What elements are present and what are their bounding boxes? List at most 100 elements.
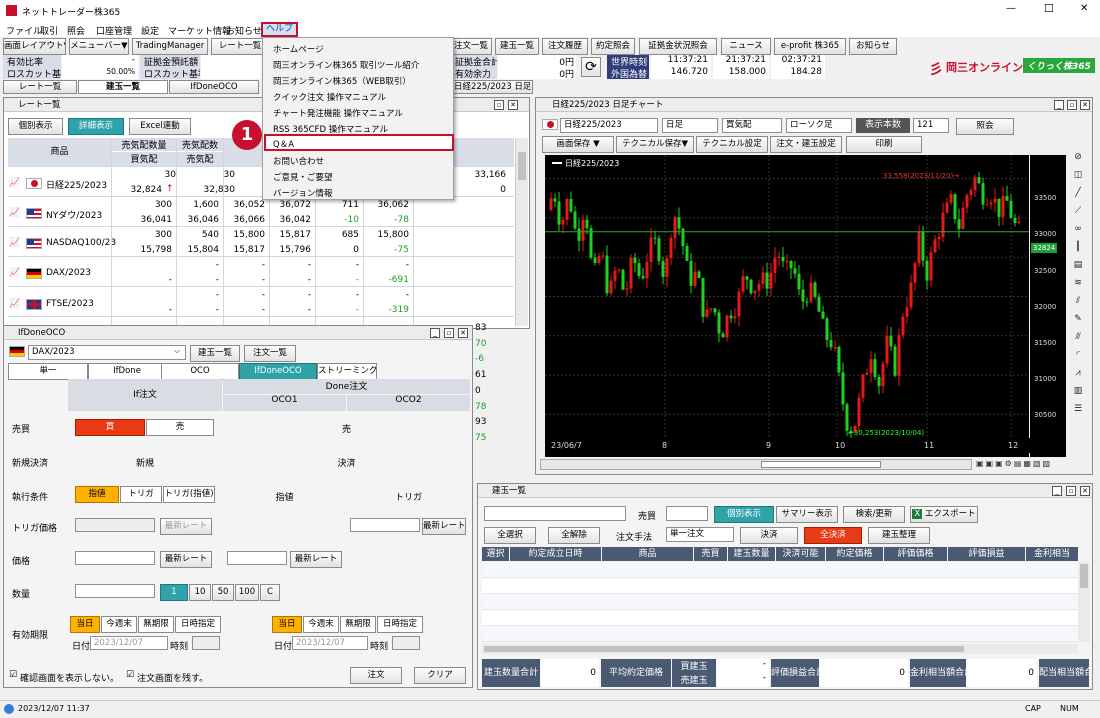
time-input[interactable] xyxy=(192,636,220,650)
toolbar-layout-button[interactable]: 画面レイアウト▼ xyxy=(3,38,66,55)
select-all-button[interactable]: 全選択 xyxy=(484,527,536,544)
confirm-checkbox[interactable]: ☑ xyxy=(9,670,17,680)
menu-item-quick-manual[interactable]: クイック注文 操作マニュアル xyxy=(273,91,386,103)
order-position-settings-button[interactable]: 注文・建玉設定 xyxy=(770,136,842,153)
ray-icon[interactable]: ⟋ xyxy=(1072,206,1084,217)
expiry-none-button[interactable]: 無期限 xyxy=(138,616,174,633)
chart-icon[interactable]: 📈 xyxy=(9,178,20,188)
list-icon[interactable]: ☰ xyxy=(1072,404,1084,415)
latest-rate-button[interactable]: 最新レート xyxy=(160,518,212,535)
chart-icon[interactable]: 📈 xyxy=(9,238,20,248)
toolbar-notice-button[interactable]: お知らせ xyxy=(849,38,897,55)
menu-item-qa[interactable]: Q＆A xyxy=(264,134,454,151)
positions-scrollbar[interactable] xyxy=(1078,562,1090,642)
position-cleanup-button[interactable]: 建玉整理 xyxy=(868,527,930,544)
menu-settings[interactable]: 設定 xyxy=(141,24,159,37)
toolbar-news-button[interactable]: ニュース xyxy=(721,38,771,55)
product-filter-select[interactable] xyxy=(484,506,626,521)
tab-ifdoneoco[interactable]: IfDoneOCO xyxy=(169,80,259,94)
menu-item-tool-intro[interactable]: 岡三オンライン株365 取引ツール紹介 xyxy=(273,59,419,71)
positions-hscrollbar[interactable] xyxy=(482,644,1078,654)
print-button[interactable]: 印刷 xyxy=(846,136,922,153)
summary-view-button[interactable]: サマリー表示 xyxy=(776,506,838,523)
gann-icon[interactable]: ⫽ xyxy=(1072,296,1084,307)
chart-period-select[interactable]: 日足 xyxy=(662,118,718,133)
toolbar-order-list-button[interactable]: 注文一覧 xyxy=(450,38,492,55)
technical-save-button[interactable]: テクニカル保存▼ xyxy=(616,136,694,153)
qty-100-button[interactable]: 100 xyxy=(235,584,259,601)
tab-rate-list[interactable]: レート一覧 xyxy=(3,80,77,94)
oco-time-input[interactable] xyxy=(392,636,420,650)
oco-expiry-date-button[interactable]: 日時指定 xyxy=(377,616,423,633)
toolbar-eprofit-button[interactable]: e-profit 株365 xyxy=(774,38,846,55)
menu-item-chart-manual[interactable]: チャート発注機能 操作マニュアル xyxy=(273,107,403,119)
order-list-button[interactable]: 注文一覧 xyxy=(244,345,296,362)
tab-ifdoneoco[interactable]: IfDoneOCO xyxy=(239,363,317,380)
toolbar-tradingmanager-button[interactable]: TradingManager xyxy=(132,38,208,55)
candlestick-chart[interactable] xyxy=(545,155,1029,457)
menu-item-homepage[interactable]: ホームページ xyxy=(273,43,324,55)
tab-ifdone[interactable]: IfDone xyxy=(88,363,166,380)
expiry-week-button[interactable]: 今週末 xyxy=(101,616,137,633)
fib-icon[interactable]: ≋ xyxy=(1072,278,1084,289)
chart-query-button[interactable]: 照会 xyxy=(956,118,1014,135)
text-icon[interactable]: ✎ xyxy=(1072,314,1084,325)
individual-view-button[interactable]: 個別表示 xyxy=(714,506,774,523)
oco-date-input[interactable]: 2023/12/07 xyxy=(292,636,368,650)
settle-button[interactable]: 決済 xyxy=(740,527,798,544)
chart-icon[interactable]: 📈 xyxy=(9,268,20,278)
window-restore-icon[interactable]: ▫ xyxy=(1067,100,1077,110)
oco-expiry-week-button[interactable]: 今週末 xyxy=(303,616,339,633)
detail-view-button[interactable]: 詳細表示 xyxy=(68,118,124,135)
window-restore-icon[interactable]: ▫ xyxy=(494,100,504,110)
toolbar-order-history-button[interactable]: 注文履歴 xyxy=(542,38,588,55)
order-button[interactable]: 注文 xyxy=(350,667,402,684)
arc-icon[interactable]: ◜ xyxy=(1072,350,1084,361)
close-button[interactable]: ✕ xyxy=(1080,3,1088,14)
refresh-button[interactable]: ⟳ xyxy=(581,57,601,77)
menu-trade[interactable]: 取引 xyxy=(40,24,58,37)
channel-icon[interactable]: ▤ xyxy=(1072,260,1084,271)
minimize-button[interactable]: — xyxy=(1006,3,1016,14)
export-button[interactable]: X エクスポート xyxy=(910,506,978,523)
menu-inquiry[interactable]: 照会 xyxy=(67,24,85,37)
infinite-line-icon[interactable]: ∞ xyxy=(1072,224,1084,235)
window-close-icon[interactable]: ✕ xyxy=(1080,100,1090,110)
qty-clear-button[interactable]: C xyxy=(260,584,280,601)
deselect-all-button[interactable]: 全解除 xyxy=(548,527,600,544)
window-minimize-icon[interactable]: _ xyxy=(1052,486,1062,496)
line-icon[interactable]: ╱ xyxy=(1072,188,1084,199)
maximize-button[interactable]: ☐ xyxy=(1044,2,1054,15)
chart-scrollbar[interactable] xyxy=(540,459,972,470)
oco-expiry-today-button[interactable]: 当日 xyxy=(272,616,302,633)
tab-single[interactable]: 単一 xyxy=(8,363,88,380)
cycle-icon[interactable]: ▥ xyxy=(1072,386,1084,397)
window-close-icon[interactable]: ✕ xyxy=(458,328,468,338)
menu-item-feedback[interactable]: ご意見・ご要望 xyxy=(273,171,333,183)
cond-trigger-limit-button[interactable]: トリガ(指値) xyxy=(163,486,215,503)
oco1-price-input[interactable] xyxy=(227,551,287,565)
technical-settings-button[interactable]: テクニカル設定 xyxy=(696,136,768,153)
tab-streaming[interactable]: ストリーミング xyxy=(317,363,377,380)
latest-rate-button[interactable]: 最新レート xyxy=(160,551,212,568)
clear-button[interactable]: クリア xyxy=(414,667,466,684)
oco2-trigger-input[interactable] xyxy=(350,518,420,532)
qty-1-button[interactable]: 1 xyxy=(160,584,188,601)
excel-link-button[interactable]: Excel連動 xyxy=(129,118,191,135)
cond-limit-button[interactable]: 指値 xyxy=(75,486,119,503)
chart-icon[interactable]: 📈 xyxy=(9,208,20,218)
method-select[interactable]: 単一注文 xyxy=(666,527,734,542)
search-refresh-button[interactable]: 検索/更新 xyxy=(843,506,905,523)
window-minimize-icon[interactable]: _ xyxy=(1054,100,1064,110)
menu-item-version[interactable]: バージョン情報 xyxy=(273,187,332,199)
vertical-line-icon[interactable]: ┃ xyxy=(1072,242,1084,253)
toolbar-execution-button[interactable]: 約定照会 xyxy=(591,38,635,55)
cond-trigger-button[interactable]: トリガ xyxy=(120,486,162,503)
menu-market[interactable]: マーケット情報 xyxy=(168,24,231,37)
oco-expiry-none-button[interactable]: 無期限 xyxy=(340,616,376,633)
trigger-price-input[interactable] xyxy=(75,518,155,532)
window-restore-icon[interactable]: ▫ xyxy=(444,328,454,338)
tab-position-list[interactable]: 建玉一覧 xyxy=(78,80,168,94)
tab-oco[interactable]: OCO xyxy=(161,363,239,380)
toolbar-rate-list-button[interactable]: レート一覧 xyxy=(211,38,269,55)
